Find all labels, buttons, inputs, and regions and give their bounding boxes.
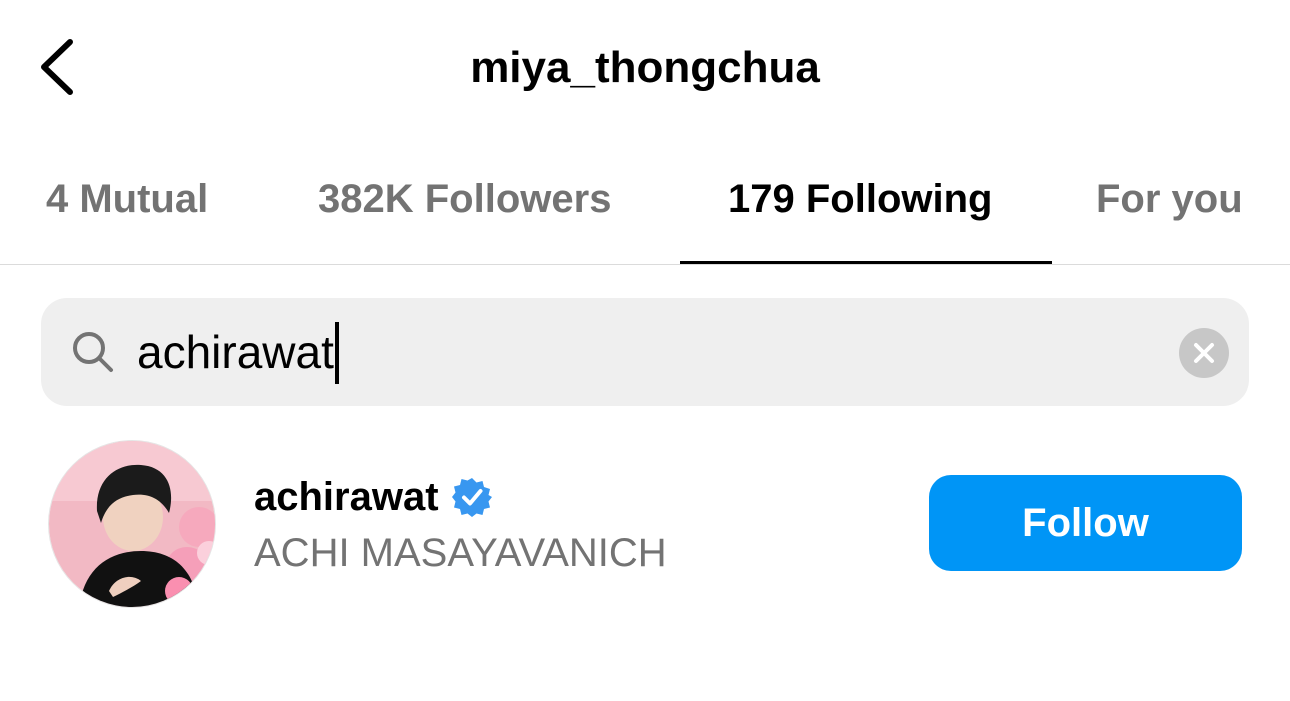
username[interactable]: achirawat <box>254 472 439 522</box>
search-icon <box>71 330 115 374</box>
username-row: achirawat <box>254 472 493 522</box>
clear-icon <box>1194 343 1214 363</box>
header: miya_thongchua <box>0 0 1290 140</box>
tab-followers[interactable]: 382K Followers <box>318 174 611 224</box>
page-title: miya_thongchua <box>470 43 820 92</box>
tab-bar: 4 Mutual 382K Followers 179 Following Fo… <box>0 150 1290 264</box>
search-input-value: achirawat <box>137 326 334 378</box>
tab-for-you[interactable]: For you <box>1096 174 1243 224</box>
verified-badge-icon <box>451 478 492 517</box>
tab-mutual[interactable]: 4 Mutual <box>46 174 208 224</box>
search-bar: achirawat <box>41 298 1249 406</box>
list-item[interactable]: achirawat ACHI MASAYAVANICH Follow <box>0 430 1290 620</box>
follow-button[interactable]: Follow <box>929 475 1242 571</box>
divider <box>0 264 1290 265</box>
clear-search-button[interactable] <box>1179 328 1229 378</box>
tab-following[interactable]: 179 Following <box>728 174 992 224</box>
search-input[interactable]: achirawat <box>137 298 339 406</box>
avatar[interactable] <box>48 440 216 608</box>
text-cursor <box>334 321 339 384</box>
full-name: ACHI MASAYAVANICH <box>254 531 667 575</box>
